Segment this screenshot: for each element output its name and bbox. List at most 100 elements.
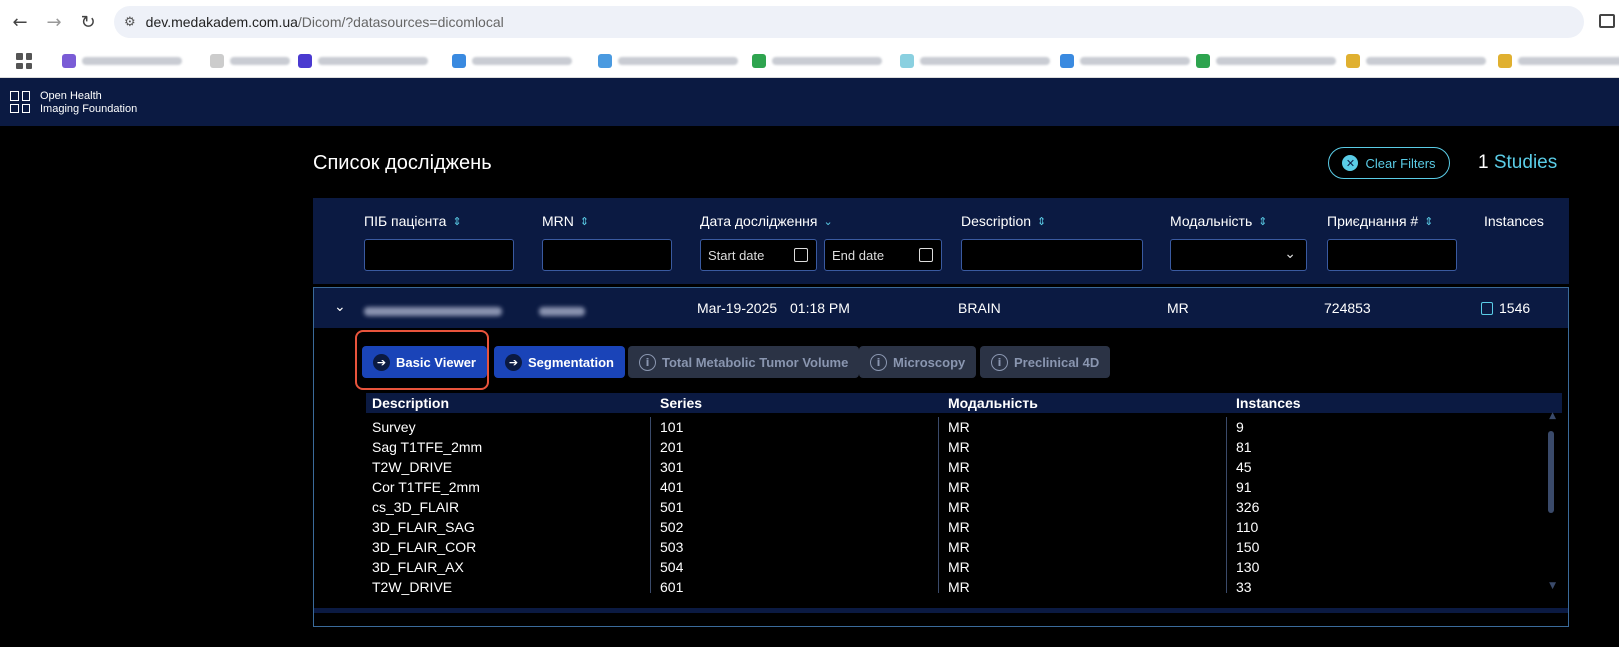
collapse-chevron-icon[interactable]: ⌄ — [334, 299, 346, 315]
info-icon: i — [639, 353, 656, 371]
series-row[interactable]: cs_3D_FLAIR 501 MR 326 — [366, 497, 1516, 517]
study-modality: MR — [1167, 300, 1189, 316]
site-info-icon[interactable]: ⚙ — [124, 15, 136, 30]
series-cell: 33 — [1236, 579, 1252, 595]
clear-icon: ✕ — [1342, 155, 1359, 171]
bookmark-item[interactable] — [1060, 54, 1190, 68]
series-cell: 45 — [1236, 459, 1252, 475]
logo-line-1: Open Health — [40, 90, 102, 102]
clear-filters-label: Clear Filters — [1365, 155, 1436, 171]
bookmark-item[interactable] — [452, 54, 572, 68]
series-row[interactable]: 3D_FLAIR_COR 503 MR 150 — [366, 537, 1516, 557]
series-header-modality: Модальність — [948, 395, 1038, 411]
study-count-number: 1 — [1478, 152, 1489, 173]
series-cell: Sag T1TFE_2mm — [372, 439, 483, 455]
patient-name-filter-input[interactable] — [364, 239, 514, 271]
bookmark-item[interactable] — [1498, 54, 1619, 68]
column-header-modality[interactable]: Модальність ⇕ — [1170, 213, 1267, 229]
series-cell: MR — [948, 519, 970, 535]
end-date-input[interactable]: End date — [824, 239, 942, 271]
bookmark-item[interactable] — [62, 54, 182, 68]
series-cell: MR — [948, 559, 970, 575]
sort-icon: ⇕ — [1424, 214, 1434, 228]
cast-icon[interactable] — [1599, 14, 1615, 28]
series-cell: 101 — [660, 419, 684, 435]
ohif-logo-text[interactable]: Open Health Imaging Foundation — [40, 90, 137, 116]
study-description: BRAIN — [958, 300, 1001, 316]
clear-filters-button[interactable]: ✕ Clear Filters — [1328, 147, 1450, 179]
description-filter-input[interactable] — [961, 239, 1143, 271]
series-row[interactable]: T2W_DRIVE 301 MR 45 — [366, 457, 1516, 477]
start-date-input[interactable]: Start date — [700, 239, 817, 271]
series-cell: T2W_DRIVE — [372, 459, 453, 475]
series-cell: 201 — [660, 439, 684, 455]
browser-address-bar: ← → ↻ ⚙ dev.medakadem.com.ua/Dicom/?data… — [0, 0, 1619, 44]
series-cell: MR — [948, 539, 970, 555]
column-header-mrn[interactable]: MRN ⇕ — [542, 213, 589, 229]
series-cell: MR — [948, 459, 970, 475]
study-row[interactable]: ⌄ Mar-19-2025 01:18 PM BRAIN MR 724853 1… — [314, 288, 1568, 328]
arrow-right-icon: ➔ — [505, 353, 522, 371]
ohif-logo-icon[interactable] — [10, 91, 30, 113]
accession-filter-input[interactable] — [1327, 239, 1457, 271]
start-date-placeholder: Start date — [708, 247, 765, 263]
instances-value: 1546 — [1499, 300, 1531, 316]
sort-icon: ⇕ — [1258, 214, 1268, 228]
bookmark-item[interactable] — [752, 54, 882, 68]
modality-filter-select[interactable]: ⌄ — [1170, 239, 1307, 271]
series-header-series: Series — [660, 395, 703, 411]
series-cell: 504 — [660, 559, 684, 575]
study-time: 01:18 PM — [790, 300, 850, 316]
scroll-up-icon[interactable]: ▲ — [1549, 411, 1556, 421]
back-icon[interactable]: ← — [10, 12, 30, 33]
bookmark-item[interactable] — [598, 54, 738, 68]
column-header-patient-name[interactable]: ПІБ пацієнта ⇕ — [364, 213, 462, 229]
bookmark-item[interactable] — [1196, 54, 1336, 68]
bookmark-item[interactable] — [298, 54, 428, 68]
column-label: Description — [961, 213, 1032, 229]
calendar-icon[interactable] — [794, 248, 808, 262]
scrollbar-thumb[interactable] — [1548, 431, 1554, 513]
url-path: /Dicom/?datasources=dicomlocal — [297, 14, 504, 30]
column-header-accession[interactable]: Приєднання # ⇕ — [1327, 213, 1433, 229]
series-row[interactable]: 3D_FLAIR_SAG 502 MR 110 — [366, 517, 1516, 537]
filter-bar: ПІБ пацієнта ⇕ MRN ⇕ Дата дослідження ⌄ Des… — [313, 198, 1569, 284]
series-row[interactable]: Sag T1TFE_2mm 201 MR 81 — [366, 437, 1516, 457]
url-host: dev.medakadem.com.ua — [145, 14, 298, 30]
study-instances: 1546 — [1481, 300, 1530, 316]
series-cell: 501 — [660, 499, 684, 515]
study-date: Mar-19-2025 — [697, 300, 778, 316]
apps-icon[interactable] — [16, 53, 32, 69]
bookmark-item[interactable] — [900, 54, 1050, 68]
series-row[interactable]: Survey 101 MR 9 — [366, 417, 1516, 437]
series-row[interactable]: Cor T1TFE_2mm 401 MR 91 — [366, 477, 1516, 497]
sort-icon: ⇕ — [452, 214, 462, 228]
column-label: ПІБ пацієнта — [364, 213, 447, 229]
url-bar[interactable]: ⚙ dev.medakadem.com.ua/Dicom/?datasource… — [114, 6, 1584, 38]
bookmark-item[interactable] — [210, 54, 290, 68]
series-row[interactable]: T2W_DRIVE 601 MR 33 — [366, 577, 1516, 597]
scroll-down-icon[interactable]: ▼ — [1549, 581, 1556, 591]
column-header-description[interactable]: Description ⇕ — [961, 213, 1046, 229]
study-accession: 724853 — [1324, 300, 1371, 316]
microscopy-button[interactable]: i Microscopy — [859, 346, 977, 378]
series-cell: 502 — [660, 519, 684, 535]
calendar-icon[interactable] — [919, 248, 933, 262]
segmentation-button[interactable]: ➔ Segmentation — [494, 346, 625, 378]
tmtv-button[interactable]: i Total Metabolic Tumor Volume — [628, 346, 860, 378]
mrn-filter-input[interactable] — [542, 239, 672, 271]
reload-icon[interactable]: ↻ — [78, 12, 98, 33]
series-cell: 3D_FLAIR_COR — [372, 539, 477, 555]
series-row[interactable]: 3D_FLAIR_AX 504 MR 130 — [366, 557, 1516, 577]
series-header-instances: Instances — [1236, 395, 1301, 411]
sort-icon: ⇕ — [579, 214, 590, 228]
bookmark-item[interactable] — [1346, 54, 1486, 68]
forward-icon[interactable]: → — [44, 12, 64, 33]
chevron-down-icon: ⌄ — [1284, 246, 1296, 262]
app-header: Open Health Imaging Foundation — [0, 78, 1619, 126]
page-title: Список досліджень — [313, 152, 492, 174]
studies-label: Studies — [1493, 152, 1558, 173]
mode-label: Total Metabolic Tumor Volume — [662, 354, 849, 370]
preclinical-4d-button[interactable]: i Preclinical 4D — [980, 346, 1111, 378]
column-header-study-date[interactable]: Дата дослідження ⌄ — [700, 213, 833, 229]
